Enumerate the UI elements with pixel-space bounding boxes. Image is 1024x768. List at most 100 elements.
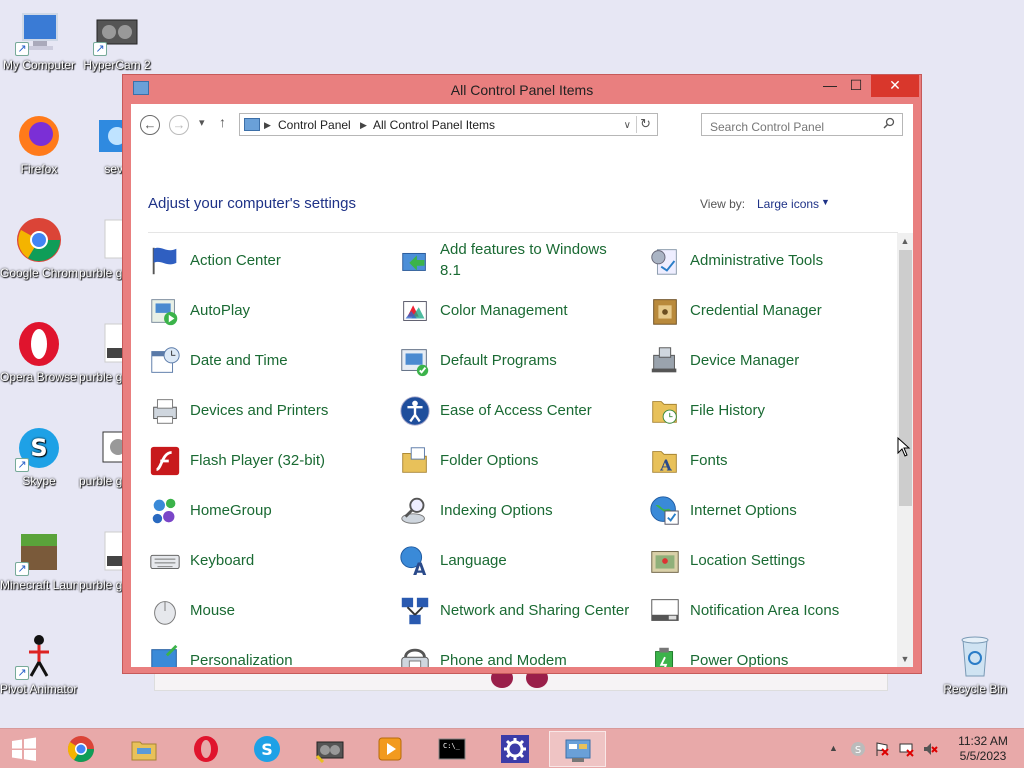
- address-divider: [636, 116, 637, 133]
- taskbar-button-hypercam[interactable]: [302, 731, 359, 767]
- control-panel-item-location-settings[interactable]: Location Settings: [648, 538, 888, 582]
- taskbar-button-chrome[interactable]: [53, 731, 110, 767]
- scroll-down-button[interactable]: ▼: [897, 651, 913, 667]
- maximize-button[interactable]: ☐: [843, 75, 869, 97]
- admin-tools-icon: [651, 249, 677, 275]
- control-panel-item-label: Folder Options: [440, 451, 539, 469]
- desktop-icon-opera[interactable]: Opera Browser: [0, 320, 78, 385]
- location-icon: [651, 551, 679, 573]
- control-panel-item-label: Mouse: [190, 601, 236, 619]
- forward-button[interactable]: →: [169, 115, 189, 135]
- control-panel-item-default-programs[interactable]: Default Programs: [398, 338, 638, 382]
- control-panel-item-label: Phone and Modem: [440, 651, 567, 668]
- chevron-down-icon[interactable]: ▼: [821, 197, 830, 207]
- control-panel-item-flash-player-32-bit[interactable]: Flash Player (32-bit): [148, 438, 388, 482]
- desktop-icon-chrome[interactable]: Google Chrome: [0, 216, 78, 281]
- media-player-icon: [378, 737, 402, 761]
- control-panel-window: All Control Panel Items — ☐ ✕ ← → ▾ ↑ ▶ …: [122, 74, 922, 674]
- taskbar-button-media-player[interactable]: [362, 731, 419, 767]
- skype-tray-icon[interactable]: S: [850, 741, 866, 757]
- taskbar-button-file-explorer[interactable]: [116, 731, 173, 767]
- volume-muted-icon[interactable]: [922, 741, 938, 757]
- recent-locations-button[interactable]: ▾: [199, 116, 205, 129]
- control-panel-item-mouse[interactable]: Mouse: [148, 588, 388, 632]
- address-bar[interactable]: ▶ Control Panel ▶ All Control Panel Item…: [239, 113, 658, 136]
- control-panel-item-network-and-sharing-center[interactable]: Network and Sharing Center: [398, 588, 638, 632]
- control-panel-item-folder-options[interactable]: Folder Options: [398, 438, 638, 482]
- taskbar-button-settings-gear[interactable]: [487, 731, 544, 767]
- breadcrumb-separator: ▶: [360, 120, 367, 130]
- refresh-button[interactable]: ↻: [640, 116, 651, 132]
- autoplay-icon: [151, 299, 178, 326]
- address-dropdown-button[interactable]: ∨: [624, 120, 631, 131]
- control-panel-item-file-history[interactable]: File History: [648, 388, 888, 432]
- control-panel-item-fonts[interactable]: A Fonts: [648, 438, 888, 482]
- shortcut-arrow-icon: ↗: [15, 42, 29, 56]
- action-center-flag-icon[interactable]: [874, 741, 890, 757]
- breadcrumb-separator: ▶: [264, 120, 271, 130]
- control-panel-item-indexing-options[interactable]: Indexing Options: [398, 488, 638, 532]
- desktop-icon-recycle-bin[interactable]: Recycle Bin: [936, 632, 1014, 697]
- show-hidden-icons-button[interactable]: ▲: [829, 743, 838, 753]
- network-tray-icon[interactable]: [898, 741, 914, 757]
- taskbar-button-command-prompt[interactable]: C:\_: [424, 731, 481, 767]
- minimize-button[interactable]: —: [817, 75, 843, 97]
- control-panel-item-administrative-tools[interactable]: Administrative Tools: [648, 238, 888, 282]
- close-button[interactable]: ✕: [871, 75, 919, 97]
- file-explorer-icon: [131, 741, 157, 761]
- desktop-icon-skype[interactable]: S ↗ Skype: [0, 424, 78, 489]
- desktop-icon-minecraft[interactable]: ↗ Minecraft Launcher: [0, 528, 78, 593]
- taskbar-button-control-panel[interactable]: [549, 731, 606, 767]
- taskbar-button-windows-start[interactable]: [0, 731, 48, 767]
- control-panel-item-color-management[interactable]: Color Management: [398, 288, 638, 332]
- personalization-icon: [151, 644, 178, 667]
- control-panel-item-autoplay[interactable]: AutoPlay: [148, 288, 388, 332]
- shortcut-arrow-icon: ↗: [15, 666, 29, 680]
- windows-start-icon: [12, 737, 36, 761]
- scroll-up-button[interactable]: ▲: [897, 233, 913, 249]
- desktop-icon-label: My Computer: [2, 58, 76, 72]
- control-panel-item-keyboard[interactable]: Keyboard: [148, 538, 388, 582]
- control-panel-item-credential-manager[interactable]: Credential Manager: [648, 288, 888, 332]
- scroll-thumb[interactable]: [899, 250, 912, 506]
- search-input[interactable]: [701, 113, 903, 136]
- breadcrumb-all-items[interactable]: All Control Panel Items: [373, 118, 495, 132]
- breadcrumb-control-panel[interactable]: Control Panel: [278, 118, 351, 132]
- control-panel-item-internet-options[interactable]: Internet Options: [648, 488, 888, 532]
- fonts-icon: A: [652, 451, 677, 474]
- window-title: All Control Panel Items: [450, 82, 594, 98]
- shortcut-arrow-icon: ↗: [15, 562, 29, 576]
- desktop-icon-firefox[interactable]: Firefox: [0, 112, 78, 177]
- control-panel-item-label: HomeGroup: [190, 501, 272, 519]
- clock[interactable]: 11:32 AM 5/5/2023: [948, 734, 1018, 764]
- search-icon[interactable]: [883, 117, 895, 129]
- view-by-dropdown[interactable]: Large icons: [757, 197, 819, 211]
- control-panel-item-language[interactable]: A Language: [398, 538, 638, 582]
- up-button[interactable]: ↑: [219, 114, 226, 130]
- desktop-icon-pivot[interactable]: ↗ Pivot Animator v5: [0, 632, 78, 697]
- desktop-icon-label: Opera Browser: [0, 370, 78, 384]
- control-panel-item-device-manager[interactable]: Device Manager: [648, 338, 888, 382]
- control-panel-item-add-features-to-windows-8-1[interactable]: Add features to Windows 8.1: [398, 238, 638, 282]
- control-panel-item-date-and-time[interactable]: Date and Time: [148, 338, 388, 382]
- title-bar[interactable]: All Control Panel Items — ☐ ✕: [123, 75, 921, 103]
- shortcut-arrow-icon: ↗: [93, 42, 107, 56]
- control-panel-item-homegroup[interactable]: HomeGroup: [148, 488, 388, 532]
- control-panel-item-ease-of-access-center[interactable]: Ease of Access Center: [398, 388, 638, 432]
- control-panel-item-devices-and-printers[interactable]: Devices and Printers: [148, 388, 388, 432]
- taskbar-button-skype[interactable]: S: [239, 731, 296, 767]
- control-panel-item-action-center[interactable]: Action Center: [148, 238, 388, 282]
- control-panel-item-phone-and-modem[interactable]: Phone and Modem: [398, 638, 638, 667]
- taskbar-button-opera[interactable]: [178, 731, 235, 767]
- desktop-icon-hypercam[interactable]: ↗ HyperCam 2: [78, 8, 156, 73]
- back-button[interactable]: ←: [140, 115, 160, 135]
- divider: [148, 232, 898, 233]
- desktop-icon-my-computer[interactable]: ↗ My Computer: [0, 8, 78, 73]
- control-panel-item-label: Add features to Windows 8.1: [440, 241, 607, 279]
- control-panel-item-notification-area-icons[interactable]: Notification Area Icons: [648, 588, 888, 632]
- control-panel-item-personalization[interactable]: Personalization: [148, 638, 388, 667]
- control-panel-item-power-options[interactable]: Power Options: [648, 638, 888, 667]
- desktop-icon-label: Firefox: [20, 162, 58, 176]
- desktop-icon-label: Google Chrome: [0, 266, 78, 280]
- control-panel-item-label: Power Options: [690, 651, 789, 668]
